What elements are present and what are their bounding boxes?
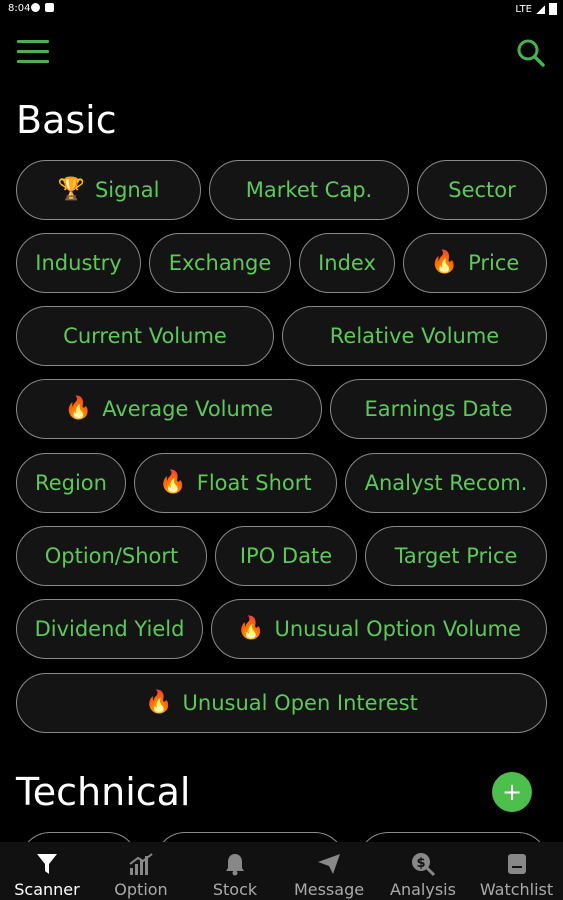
nav-label: Scanner: [14, 880, 80, 899]
status-right: LTE: [515, 3, 557, 15]
chip-label: Target Price: [394, 544, 518, 568]
chip-label: Relative Volume: [329, 324, 500, 348]
filter-chip-index[interactable]: Index: [299, 233, 395, 293]
menu-icon[interactable]: [17, 38, 49, 66]
filter-chip-price[interactable]: 🔥 Price: [403, 233, 547, 293]
filter-chip-ipo-date[interactable]: IPO Date: [215, 526, 357, 586]
nav-watchlist[interactable]: Watchlist: [470, 842, 563, 900]
nav-label: Message: [293, 880, 365, 899]
filter-chip-unusual-open-interest[interactable]: 🔥 Unusual Open Interest: [16, 673, 547, 733]
status-bar: 8:04 LTE: [0, 0, 563, 20]
fire-icon: 🔥: [237, 616, 265, 641]
nav-stock[interactable]: Stock: [188, 842, 282, 900]
filter-chip-current-volume[interactable]: Current Volume: [16, 306, 274, 366]
chip-label: Current Volume: [63, 324, 227, 348]
battery-icon: [549, 3, 557, 15]
filter-icon: [36, 851, 58, 877]
filter-chip-exchange[interactable]: Exchange: [149, 233, 291, 293]
fire-icon: 🔥: [145, 690, 173, 715]
sd-card-icon: [45, 3, 54, 12]
filter-chip-float-short[interactable]: 🔥 Float Short: [134, 453, 337, 513]
filter-chip-option-short[interactable]: Option/Short: [16, 526, 207, 586]
nav-option[interactable]: Option: [94, 842, 188, 900]
filter-chip-unusual-option-volume[interactable]: 🔥 Unusual Option Volume: [211, 599, 547, 659]
network-label: LTE: [515, 3, 532, 15]
chip-label: Analyst Recom.: [364, 471, 528, 495]
nav-analysis[interactable]: $ Analysis: [376, 842, 470, 900]
bell-icon: [224, 851, 246, 877]
dollar-search-icon: $: [410, 851, 436, 877]
nav-label: Watchlist: [479, 880, 554, 899]
list-icon: [506, 851, 528, 877]
filter-chip-industry[interactable]: Industry: [16, 233, 141, 293]
chip-label: IPO Date: [239, 544, 333, 568]
search-icon[interactable]: [514, 38, 548, 68]
app-notification-icon: [31, 3, 40, 12]
filter-chip-sector[interactable]: Sector: [417, 160, 547, 220]
bar-chart-icon: [128, 851, 154, 877]
chip-label: Float Short: [196, 471, 312, 495]
filter-chip-market-cap[interactable]: Market Cap.: [209, 160, 409, 220]
filter-chip-average-volume[interactable]: 🔥 Average Volume: [16, 379, 322, 439]
svg-text:$: $: [416, 856, 425, 871]
fire-icon: 🔥: [159, 470, 187, 495]
status-time: 8:04: [8, 3, 31, 14]
nav-scanner[interactable]: Scanner: [0, 842, 94, 900]
filter-chip-earnings-date[interactable]: Earnings Date: [330, 379, 547, 439]
chip-label: Market Cap.: [245, 178, 373, 202]
bottom-nav: Scanner Option Stock Message $ Analysis …: [0, 842, 563, 900]
status-notification-icons: [31, 3, 54, 12]
section-title-technical: Technical: [16, 770, 191, 814]
chip-label: Exchange: [168, 251, 272, 275]
filter-chip-region[interactable]: Region: [16, 453, 126, 513]
send-icon: [317, 851, 341, 877]
chip-label: Option/Short: [44, 544, 179, 568]
filter-chip-target-price[interactable]: Target Price: [365, 526, 547, 586]
signal-icon: [536, 4, 545, 14]
fire-icon: 🔥: [64, 396, 93, 421]
section-title-basic: Basic: [16, 98, 117, 142]
nav-message[interactable]: Message: [282, 842, 376, 900]
chip-label: Average Volume: [102, 397, 274, 421]
chip-label: Region: [35, 471, 107, 495]
filter-chip-analyst-recom[interactable]: Analyst Recom.: [345, 453, 547, 513]
chip-label: Dividend Yield: [34, 617, 185, 641]
chip-label: Unusual Open Interest: [182, 691, 418, 715]
filter-chip-dividend-yield[interactable]: Dividend Yield: [16, 599, 203, 659]
filter-chip-relative-volume[interactable]: Relative Volume: [282, 306, 547, 366]
nav-label: Stock: [212, 880, 258, 899]
fire-icon: 🔥: [430, 250, 459, 275]
chip-label: Earnings Date: [364, 397, 513, 421]
chip-label: Unusual Option Volume: [274, 617, 521, 641]
chip-label: Price: [468, 251, 520, 275]
add-button[interactable]: +: [492, 772, 532, 812]
trophy-icon: 🏆: [57, 177, 85, 202]
chip-label: Industry: [35, 251, 122, 275]
filter-chip-signal[interactable]: 🏆 Signal: [16, 160, 201, 220]
chip-label: Signal: [94, 178, 160, 202]
chip-label: Index: [318, 251, 376, 275]
chip-label: Sector: [448, 178, 516, 202]
nav-label: Analysis: [390, 880, 456, 899]
nav-label: Option: [114, 880, 168, 899]
